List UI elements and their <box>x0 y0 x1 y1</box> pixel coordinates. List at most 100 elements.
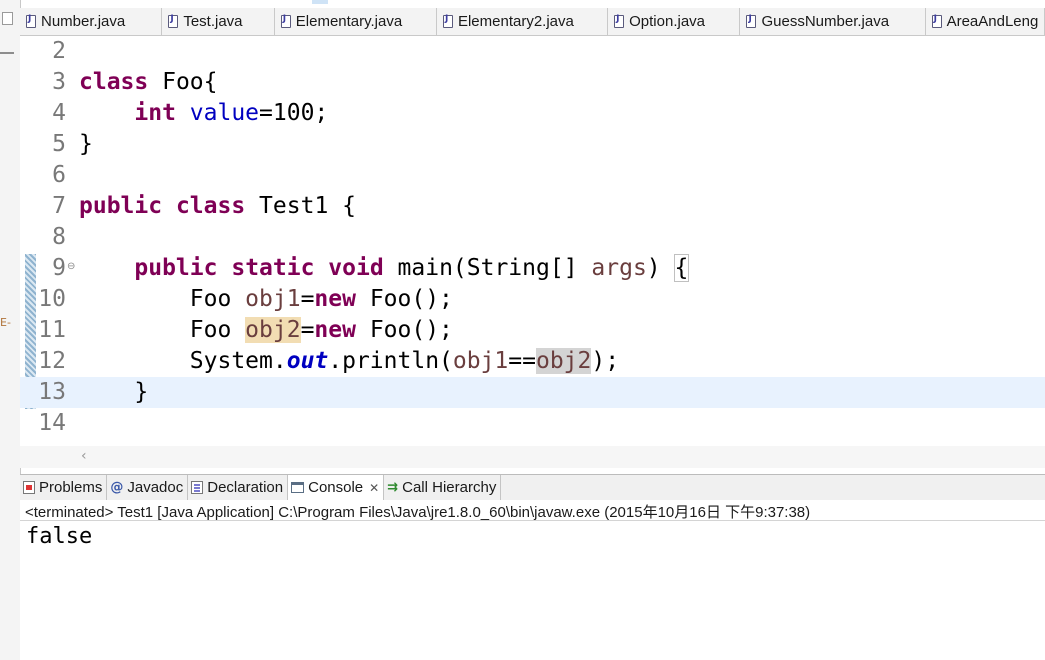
tab-number-java[interactable]: Number.java <box>20 8 163 35</box>
code-text: Foo obj1=new Foo(); <box>79 284 453 315</box>
fold-collapse-icon[interactable]: ⊖ <box>67 261 75 273</box>
tab-call-hierarchy[interactable]: ⇉ Call Hierarchy <box>384 475 502 500</box>
static-field: out <box>286 348 329 374</box>
local-variable-occurrence: obj2 <box>535 348 592 374</box>
code-token: = <box>300 286 315 312</box>
keyword: public <box>79 193 163 219</box>
tab-label: Elementary.java <box>295 13 403 30</box>
code-token: Foo <box>189 286 246 312</box>
tab-label: Elementary2.java <box>457 13 574 30</box>
keyword: new <box>314 317 356 343</box>
java-file-icon <box>746 14 757 28</box>
keyword: public <box>134 255 218 281</box>
line-number: 12 <box>38 348 66 374</box>
console-icon <box>291 482 305 493</box>
java-file-icon <box>931 14 942 28</box>
parameter-name: args <box>591 255 647 281</box>
code-editor[interactable]: 2 3 class Foo{ 4 int value=100; 5 } 6 7 … <box>20 36 1045 468</box>
close-icon[interactable]: ✕ <box>369 481 379 495</box>
code-token: ) <box>646 255 675 281</box>
local-variable-occurrence: obj2 <box>245 317 301 343</box>
scroll-left-icon[interactable]: ‹ <box>81 448 87 464</box>
keyword: class <box>79 69 149 95</box>
keyword: int <box>134 100 176 126</box>
java-file-icon <box>614 14 625 28</box>
tab-label: Test.java <box>183 13 243 30</box>
tab-declaration[interactable]: Declaration <box>188 475 289 500</box>
code-text: } <box>79 379 149 405</box>
console-status-line: <terminated> Test1 [Java Application] C:… <box>20 500 1045 521</box>
java-file-icon <box>280 14 291 28</box>
tab-problems[interactable]: Problems <box>20 475 108 500</box>
line-number: 3 <box>52 69 66 95</box>
code-token: Foo <box>189 317 246 343</box>
tab-label: Problems <box>39 479 103 496</box>
code-text: Foo obj2=new Foo(); <box>79 315 453 346</box>
view-toolbar-separator <box>0 38 14 54</box>
code-token: System. <box>189 348 287 374</box>
line-number: 10 <box>38 286 66 312</box>
code-line: 11 Foo obj2=new Foo(); <box>20 315 1045 346</box>
code-token: == <box>508 348 536 374</box>
code-token: Foo(); <box>355 317 453 343</box>
line-number: 8 <box>52 224 66 250</box>
java-file-icon <box>26 14 36 28</box>
code-line: 6 <box>20 160 1045 191</box>
matching-bracket: { <box>673 254 690 282</box>
tab-label: Declaration <box>207 479 284 496</box>
console-status-text: <terminated> Test1 [Java Application] C:… <box>25 504 811 521</box>
keyword: static <box>231 255 315 281</box>
left-view-strip: E- <box>0 0 21 660</box>
local-variable: obj1 <box>245 286 301 312</box>
code-line: 10 Foo obj1=new Foo(); <box>20 284 1045 315</box>
line-number: 2 <box>52 38 66 64</box>
panel-tab-bar: Problems @ Javadoc Declaration Console ✕… <box>20 474 1045 501</box>
code-text: public class Test1 { <box>79 191 356 222</box>
tab-javadoc[interactable]: @ Javadoc <box>107 475 189 500</box>
code-line: 9 ⊖ public static void main(String[] arg… <box>20 253 1045 284</box>
code-token: ); <box>591 348 620 374</box>
code-token: = <box>300 317 315 343</box>
minimized-view-icon[interactable] <box>2 12 13 25</box>
code-line: 12 System.out.println(obj1==obj2); <box>20 346 1045 377</box>
console-output[interactable]: false <box>20 521 1045 660</box>
keyword: class <box>175 193 246 219</box>
code-line: 3 class Foo{ <box>20 67 1045 98</box>
tab-areaandlength-java[interactable]: AreaAndLeng <box>925 8 1045 35</box>
code-text: int value=100; <box>79 98 328 129</box>
code-token: Foo{ <box>148 69 218 95</box>
tab-label: Call Hierarchy <box>402 479 497 496</box>
tab-label: GuessNumber.java <box>761 13 890 30</box>
tab-elementary-java[interactable]: Elementary.java <box>274 8 437 35</box>
tab-option-java[interactable]: Option.java <box>608 8 741 35</box>
javadoc-icon: @ <box>110 479 124 495</box>
line-number: 14 <box>38 410 66 436</box>
tab-elementary2-java[interactable]: Elementary2.java <box>436 8 609 35</box>
code-line: 14 <box>20 408 1045 439</box>
tab-label: Number.java <box>41 13 126 30</box>
toolbar-accent <box>312 0 328 4</box>
code-line: 8 <box>20 222 1045 253</box>
code-line: 4 int value=100; <box>20 98 1045 129</box>
keyword: void <box>328 255 384 281</box>
tab-label: Javadoc <box>127 479 184 496</box>
tab-label: AreaAndLeng <box>946 13 1039 30</box>
code-token: .println( <box>328 348 453 374</box>
line-number: 11 <box>38 317 66 343</box>
line-number: 6 <box>52 162 66 188</box>
tab-test-java[interactable]: Test.java <box>162 8 275 35</box>
tab-console[interactable]: Console ✕ <box>288 475 385 500</box>
code-token: Foo(); <box>355 286 453 312</box>
tab-guessnumber-java[interactable]: GuessNumber.java <box>740 8 926 35</box>
code-text: class Foo{ <box>79 67 218 98</box>
code-token: Test1 { <box>245 193 356 219</box>
tab-label: Console <box>308 479 364 496</box>
call-hierarchy-icon: ⇉ <box>387 479 399 495</box>
horizontal-scrollbar[interactable]: ‹ <box>20 446 1045 468</box>
code-line: 2 <box>20 36 1045 67</box>
line-number: 13 <box>38 379 66 405</box>
